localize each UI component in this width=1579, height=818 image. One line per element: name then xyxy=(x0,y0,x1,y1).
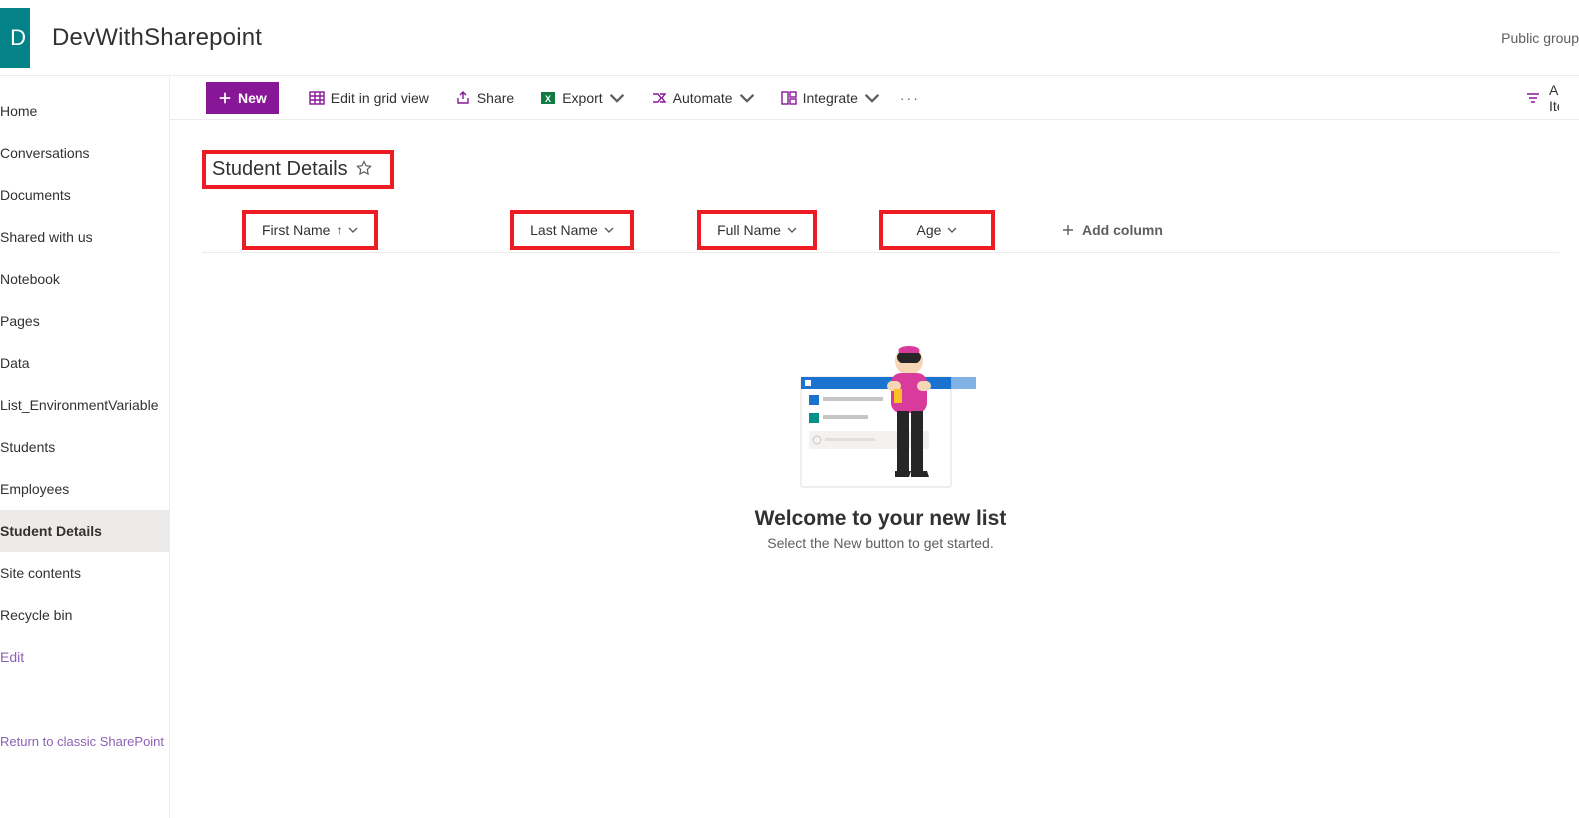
column-label: First Name xyxy=(262,222,330,238)
nav-item-edit[interactable]: Edit xyxy=(0,636,169,678)
column-label: Age xyxy=(917,222,942,238)
column-header-first-name[interactable]: First Name ↑ xyxy=(242,210,378,250)
grid-icon xyxy=(309,90,325,106)
integrate-label: Integrate xyxy=(803,90,858,106)
integrate-icon xyxy=(781,90,797,106)
svg-text:X: X xyxy=(545,94,551,104)
share-button[interactable]: Share xyxy=(445,82,524,114)
column-header-last-name[interactable]: Last Name xyxy=(510,210,634,250)
empty-subtitle: Select the New button to get started. xyxy=(767,535,993,551)
plus-icon xyxy=(218,91,232,105)
add-column-label: Add column xyxy=(1082,222,1163,238)
nav-item-shared[interactable]: Shared with us xyxy=(0,216,169,258)
edit-grid-label: Edit in grid view xyxy=(331,90,429,106)
excel-icon: X xyxy=(540,90,556,106)
view-selector-label[interactable]: All Items xyxy=(1549,82,1559,114)
nav-item-notebook[interactable]: Notebook xyxy=(0,258,169,300)
nav-item-students[interactable]: Students xyxy=(0,426,169,468)
column-header-full-name[interactable]: Full Name xyxy=(697,210,817,250)
nav-item-home[interactable]: Home xyxy=(0,90,169,132)
chevron-down-icon xyxy=(739,90,755,106)
overflow-button[interactable]: ··· xyxy=(896,90,924,106)
sort-asc-icon: ↑ xyxy=(336,223,342,237)
share-label: Share xyxy=(477,90,514,106)
column-label: Last Name xyxy=(530,222,598,238)
nav-item-documents[interactable]: Documents xyxy=(0,174,169,216)
automate-button[interactable]: Automate xyxy=(641,82,765,114)
chevron-down-icon xyxy=(864,90,880,106)
column-header-age[interactable]: Age xyxy=(879,210,996,250)
nav-item-envvar[interactable]: List_EnvironmentVariable xyxy=(0,384,169,426)
chevron-down-icon xyxy=(947,225,957,235)
nav-item-pages[interactable]: Pages xyxy=(0,300,169,342)
export-label: Export xyxy=(562,90,602,106)
integrate-button[interactable]: Integrate xyxy=(771,82,890,114)
column-headers: First Name ↑ Last Name Full Name xyxy=(202,207,1559,253)
list-title-region: Student Details xyxy=(202,150,394,189)
chevron-down-icon xyxy=(787,225,797,235)
edit-grid-button[interactable]: Edit in grid view xyxy=(299,82,439,114)
automate-label: Automate xyxy=(673,90,733,106)
chevron-down-icon xyxy=(609,90,625,106)
site-subtitle: Public group xyxy=(1501,30,1579,46)
nav-item-site-contents[interactable]: Site contents xyxy=(0,552,169,594)
command-bar: New Edit in grid view Share X Export Aut… xyxy=(170,76,1579,120)
empty-illustration xyxy=(791,343,971,493)
list-title: Student Details xyxy=(212,158,348,181)
new-button-label: New xyxy=(238,90,267,106)
site-title[interactable]: DevWithSharepoint xyxy=(52,24,262,52)
column-label: Full Name xyxy=(717,222,781,238)
chevron-down-icon xyxy=(348,225,358,235)
nav-item-data[interactable]: Data xyxy=(0,342,169,384)
nav-item-conversations[interactable]: Conversations xyxy=(0,132,169,174)
chevron-down-icon xyxy=(604,225,614,235)
empty-title: Welcome to your new list xyxy=(755,507,1007,531)
plus-icon xyxy=(1062,224,1074,236)
nav-item-employees[interactable]: Employees xyxy=(0,468,169,510)
filter-icon[interactable] xyxy=(1525,90,1541,106)
left-nav: Home Conversations Documents Shared with… xyxy=(0,76,170,818)
export-button[interactable]: X Export xyxy=(530,82,634,114)
nav-return-classic[interactable]: Return to classic SharePoint xyxy=(0,720,164,762)
flow-icon xyxy=(651,90,667,106)
empty-state: Welcome to your new list Select the New … xyxy=(202,343,1559,551)
nav-item-student-details[interactable]: Student Details xyxy=(0,510,169,552)
site-logo[interactable]: D xyxy=(0,8,30,68)
site-header: D DevWithSharepoint Public group xyxy=(0,0,1579,76)
share-icon xyxy=(455,90,471,106)
nav-item-recycle-bin[interactable]: Recycle bin xyxy=(0,594,169,636)
add-column-button[interactable]: Add column xyxy=(1062,222,1163,238)
new-button[interactable]: New xyxy=(206,82,279,114)
content-area: Student Details First Name ↑ Last Name xyxy=(170,120,1579,818)
favorite-star-icon[interactable] xyxy=(356,160,372,179)
